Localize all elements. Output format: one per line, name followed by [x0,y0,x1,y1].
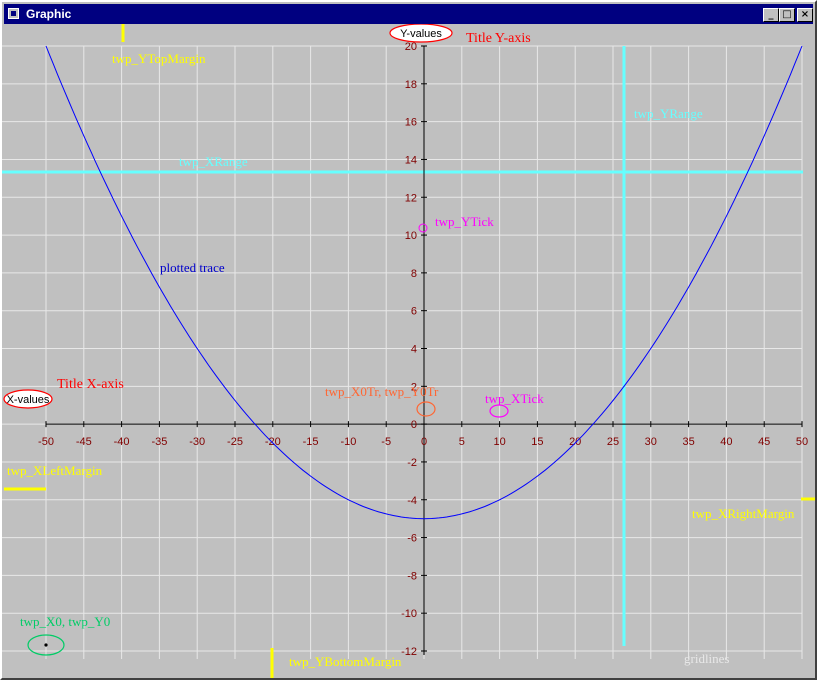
x-values-badge: X-values [7,394,50,406]
gridlines-layer [2,45,803,659]
x0y0-dot [44,643,48,647]
x-tick-label: 45 [758,436,770,448]
y-tick-label: 14 [405,154,417,166]
y-tick-label: 0 [411,419,417,431]
y-tick-label: 4 [411,344,417,356]
graphic-window: Graphic _ □ × -50 -45 -40 -35 -30 -25 -20 -15 -1… [0,0,817,680]
yrange-label: twp_YRange [634,106,703,121]
y-tick-label: 12 [405,192,417,204]
title-x-axis: Title X-axis [57,377,124,392]
x-tick-label: 10 [493,436,505,448]
x-tick-label: -5 [381,436,391,448]
ytick-marker [418,223,428,233]
y-tick-label: 10 [405,230,417,242]
x-tick-label: -50 [38,436,54,448]
window-title: Graphic [26,7,72,21]
x-tick-label: 5 [459,436,465,448]
xtick-label: twp_XTick [485,391,544,406]
y-tick-label: -10 [401,608,417,620]
maximize-button[interactable]: □ [779,8,795,22]
y-tick-label: -12 [401,646,417,658]
y-tick-label: -8 [407,570,417,582]
origin-tr-marker [416,401,436,417]
app-icon [8,8,19,19]
x-tick-label: 35 [682,436,694,448]
x-tick-label: 25 [607,436,619,448]
x-tick-label: -35 [151,436,167,448]
xtick-marker [489,404,509,418]
y-tick-label: -4 [407,495,417,507]
y-tick-label: -2 [407,457,417,469]
gridlines-label: gridlines [684,651,730,666]
x-tick-label: -40 [114,436,130,448]
close-button[interactable]: × [797,8,813,22]
x-tick-label: 40 [720,436,732,448]
y-tick-label: 20 [405,41,417,53]
y-values-badge: Y-values [400,28,442,40]
title-bar: Graphic _ □ × [4,4,813,24]
ybottom-margin-label: twp_YBottomMargin [289,654,402,669]
x-tick-label: 20 [569,436,581,448]
x-tick-label: -30 [189,436,205,448]
origin-tr-label: twp_X0Tr, twp_Y0Tr [325,384,439,399]
y-tick-label: 6 [411,306,417,318]
y-tick-label: 18 [405,79,417,91]
ytop-margin-label: twp_YTopMargin [112,51,206,66]
xleft-margin-label: twp_XLeftMargin [7,463,103,478]
x-tick-label: 15 [531,436,543,448]
x-tick-label: -10 [340,436,356,448]
x-tick-label: -15 [303,436,319,448]
x0y0-label: twp_X0, twp_Y0 [20,614,110,629]
tick-labels-layer: -50 -45 -40 -35 -30 -25 -20 -15 -10 -5 0 5 10 15 20 25 3… [38,41,808,658]
ytick-label: twp_YTick [435,214,494,229]
y-tick-label: 16 [405,117,417,129]
xrange-label: twp_XRange [179,154,248,169]
chart-canvas: -50 -45 -40 -35 -30 -25 -20 -15 -10 -5 0 5 10 15 20 25 3… [2,24,815,678]
x-tick-label: 30 [645,436,657,448]
plotted-trace-label: plotted trace [160,260,225,275]
x-tick-label: -45 [76,436,92,448]
x-tick-label: 0 [421,436,427,448]
x-tick-label: -25 [227,436,243,448]
y-tick-label: -6 [407,533,417,545]
minimize-button[interactable]: _ [763,8,779,22]
x-tick-label: 50 [796,436,808,448]
xright-margin-label: twp_XRightMargin [692,506,795,521]
title-y-axis: Title Y-axis [466,31,531,46]
y-tick-label: 8 [411,268,417,280]
